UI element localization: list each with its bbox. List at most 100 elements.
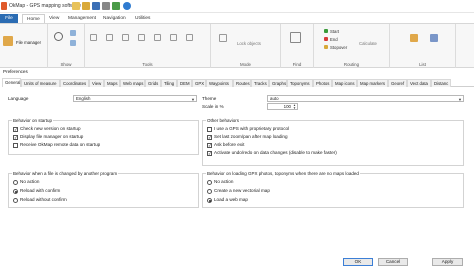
tab-dem[interactable]: DEM	[177, 79, 192, 87]
tab-georef[interactable]: Georef	[388, 79, 407, 87]
checkbox-box[interactable]	[207, 126, 212, 132]
list-icon[interactable]	[410, 34, 418, 42]
ribbon-group-list: List	[390, 24, 456, 68]
tool-icon[interactable]	[170, 34, 177, 41]
lock-objects-button[interactable]: Lock objects	[237, 41, 261, 46]
checkbox-item[interactable]: ✓ Set last zoom/pan after map loading	[207, 134, 288, 140]
radio-item[interactable]: Create a new vectorial map	[207, 188, 270, 194]
general-pane: Language English ▼ Theme auto ▼ Scale in…	[2, 87, 470, 262]
radio-button[interactable]	[207, 197, 212, 203]
checkbox-item[interactable]: ✓ Ask before exit	[207, 142, 244, 148]
checkbox-box[interactable]: ✓	[207, 142, 212, 148]
menu-view[interactable]: View	[45, 14, 63, 23]
checkbox-box[interactable]: ✓	[207, 134, 212, 140]
tab-units-of-measure[interactable]: Units of measure	[21, 79, 60, 87]
list-icon[interactable]	[430, 34, 438, 42]
checkbox-item[interactable]: ✓ Display file manager on startup	[13, 134, 83, 140]
radio-label: Reload without confirm	[20, 197, 67, 202]
checkbox-box[interactable]: ✓	[13, 134, 18, 140]
tool-icon[interactable]	[122, 34, 129, 41]
tab-gpx[interactable]: GPX	[192, 79, 206, 87]
tab-view[interactable]: View	[89, 79, 104, 87]
menu-navigation[interactable]: Navigation	[99, 14, 130, 23]
cancel-button[interactable]: Cancel	[378, 258, 408, 266]
ribbon-group-file: File manager	[0, 24, 48, 68]
settings-icon[interactable]	[123, 2, 131, 10]
checkbox-item[interactable]: ✓ Check new version on startup	[13, 126, 81, 132]
tab-distanc[interactable]: Distanc	[431, 79, 451, 87]
tool-icon[interactable]	[138, 34, 145, 41]
tab-graphs[interactable]: Graphs	[269, 79, 287, 87]
menu-file[interactable]: File	[0, 14, 18, 23]
zoom-in-icon[interactable]	[70, 30, 76, 36]
new-icon[interactable]	[72, 2, 80, 10]
radio-label: Create a new vectorial map	[214, 188, 270, 193]
tool-icon[interactable]	[154, 34, 161, 41]
map-icon[interactable]	[112, 2, 120, 10]
checkbox-box[interactable]: ✓	[207, 150, 212, 156]
tab-map-icons[interactable]: Map icons	[332, 79, 357, 87]
radio-item[interactable]: No action	[207, 179, 233, 185]
menu-home[interactable]: Home	[22, 14, 45, 23]
spin-down-icon[interactable]: ▼	[292, 107, 297, 112]
radio-item[interactable]: Reload with confirm	[13, 188, 60, 194]
tool-icon[interactable]	[90, 34, 97, 41]
checkbox-item[interactable]: ✓ Activate undo/redo on data changes (dis…	[207, 150, 337, 156]
zoom-out-icon[interactable]	[70, 40, 76, 46]
window-title: OkMap - GPS mapping software	[9, 3, 81, 9]
tab-toponyms[interactable]: Toponyms	[287, 79, 313, 87]
radio-button[interactable]	[207, 179, 212, 185]
tab-waypoints[interactable]: Waypoints	[206, 79, 233, 87]
zoom-icon[interactable]	[54, 32, 63, 41]
radio-item[interactable]: Load a web map	[207, 197, 248, 203]
find-icon[interactable]	[290, 32, 301, 43]
tool-icon[interactable]	[106, 34, 113, 41]
save-icon[interactable]	[92, 2, 100, 10]
routing-end-button[interactable]: End	[330, 37, 338, 42]
tab-routes[interactable]: Routes	[233, 79, 251, 87]
tab-vect-data[interactable]: Vect data	[407, 79, 431, 87]
calculate-button[interactable]: Calculate	[359, 41, 377, 46]
radio-button[interactable]	[13, 188, 18, 194]
checkbox-item[interactable]: Receive OkMap remote data on startup	[13, 142, 100, 148]
other-behaviors-group: Other behaviors I use a GPS with proprie…	[202, 118, 464, 166]
stopover-flag-icon	[324, 45, 328, 49]
language-select[interactable]: English ▼	[73, 95, 197, 102]
apply-button[interactable]: Apply	[432, 258, 463, 266]
loading-group-title: Behavior on loading GPX photos, toponyms…	[206, 171, 360, 176]
radio-item[interactable]: No action	[13, 179, 39, 185]
tab-map-markers[interactable]: Map markers	[357, 79, 388, 87]
checkbox-box[interactable]: ✓	[13, 126, 18, 132]
language-label: Language	[8, 96, 29, 101]
tab-tracks[interactable]: Tracks	[251, 79, 269, 87]
theme-select[interactable]: auto ▼	[267, 95, 464, 102]
print-icon[interactable]	[102, 2, 110, 10]
radio-button[interactable]	[13, 179, 18, 185]
menu-management[interactable]: Management	[64, 14, 100, 23]
tool-icon[interactable]	[186, 34, 193, 41]
checkbox-label: Activate undo/redo on data changes (disa…	[214, 150, 337, 155]
checkbox-box[interactable]	[13, 142, 18, 148]
checkbox-label: Display file manager on startup	[20, 134, 84, 139]
checkbox-item[interactable]: I use a GPS with proprietary protocol	[207, 126, 289, 132]
routing-start-button[interactable]: Start	[330, 29, 339, 34]
routing-stopover-button[interactable]: Stopover	[330, 45, 347, 50]
tab-general[interactable]: General	[2, 78, 21, 87]
tab-grids[interactable]: Grids	[145, 79, 161, 87]
radio-button[interactable]	[13, 197, 18, 203]
open-icon[interactable]	[82, 2, 90, 10]
radio-item[interactable]: Reload without confirm	[13, 197, 67, 203]
file-manager-button[interactable]: File manager	[16, 40, 41, 45]
tab-tiling[interactable]: Tiling	[161, 79, 177, 87]
tab-coordinates[interactable]: Coordinates	[60, 79, 89, 87]
scale-stepper[interactable]: 100 ▲ ▼	[267, 103, 298, 110]
tab-maps[interactable]: Maps	[104, 79, 120, 87]
chevron-down-icon: ▼	[458, 97, 462, 102]
file-manager-icon[interactable]	[3, 36, 13, 46]
tab-web-maps[interactable]: Web maps	[120, 79, 145, 87]
mode-icon[interactable]	[219, 34, 227, 42]
tab-photos[interactable]: Photos	[313, 79, 332, 87]
ok-button[interactable]: OK	[343, 258, 373, 266]
radio-button[interactable]	[207, 188, 212, 194]
menu-utilities[interactable]: Utilities	[131, 14, 154, 23]
